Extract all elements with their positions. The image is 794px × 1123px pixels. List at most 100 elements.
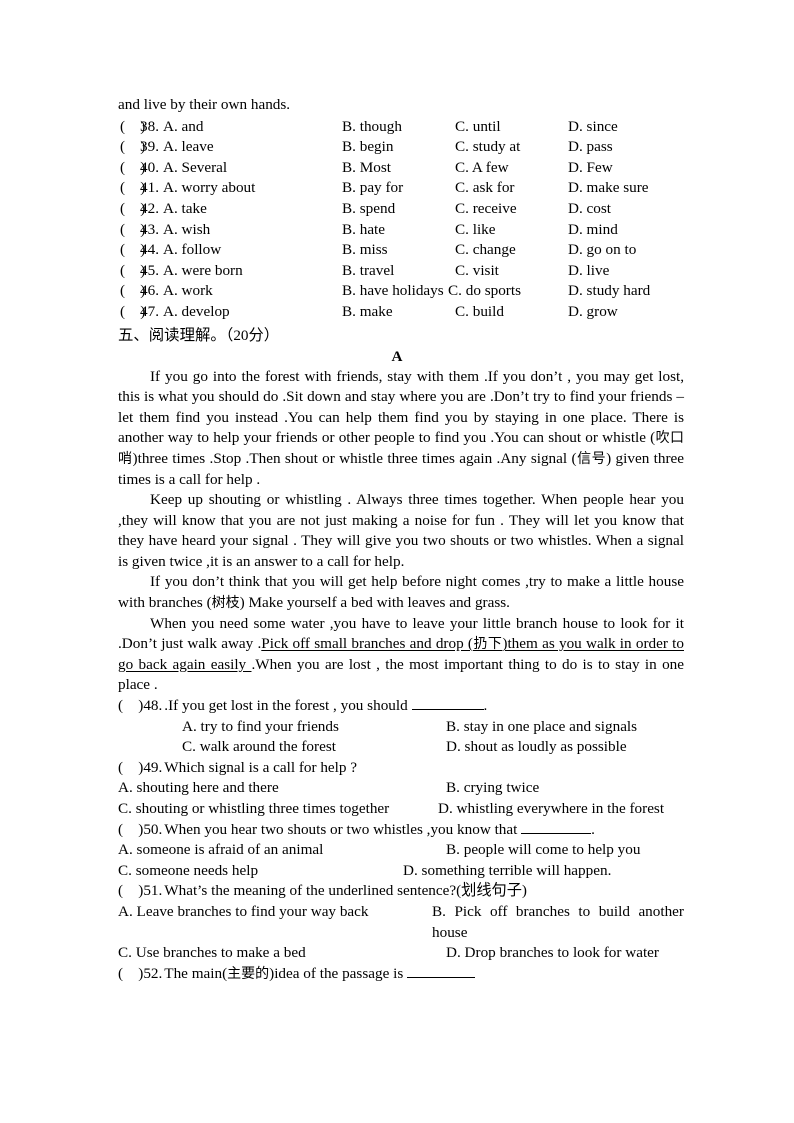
option-a[interactable]: A. follow: [163, 240, 221, 261]
question-48-stem[interactable]: ( )48. .If you get lost in the forest , y…: [118, 696, 684, 717]
option-a[interactable]: A. shouting here and there: [118, 778, 279, 799]
cloze-row-47[interactable]: ( ) 47. A. develop B. make C. build D. g…: [118, 302, 684, 323]
page-content: and live by their own hands. ( ) 38. A. …: [118, 95, 684, 984]
cloze-row-38[interactable]: ( ) 38. A. and B. though C. until D. sin…: [118, 117, 684, 138]
option-b[interactable]: B. though: [342, 117, 402, 138]
question-number: 44.: [140, 241, 159, 259]
cloze-options-list: ( ) 38. A. and B. though C. until D. sin…: [118, 117, 684, 323]
option-d[interactable]: D. make sure: [568, 178, 649, 199]
question-number: 45.: [140, 261, 159, 279]
option-c[interactable]: C. change: [455, 240, 516, 261]
question-number: 49.: [143, 758, 163, 776]
option-d[interactable]: D. since: [568, 117, 618, 138]
option-b[interactable]: B. begin: [342, 137, 393, 158]
option-d[interactable]: D. whistling everywhere in the forest: [438, 799, 684, 820]
cloze-row-43[interactable]: ( ) 43. A. wish B. hate C. like D. mind: [118, 220, 684, 241]
option-b[interactable]: B. Pick off branches to build another ho…: [432, 902, 684, 943]
option-b[interactable]: B. miss: [342, 240, 388, 261]
option-c[interactable]: C. shouting or whistling three times tog…: [118, 799, 389, 820]
option-a[interactable]: A. Leave branches to find your way back: [118, 902, 369, 943]
question-text: When you hear two shouts or two whistles…: [164, 820, 518, 838]
option-d[interactable]: D. something terrible will happen.: [403, 861, 611, 882]
question-49-stem[interactable]: ( )49. Which signal is a call for help ?: [118, 758, 684, 779]
option-a[interactable]: A. were born: [163, 261, 243, 282]
option-c[interactable]: C. do sports: [448, 281, 521, 302]
option-b[interactable]: B. Most: [342, 158, 391, 179]
option-a[interactable]: A. worry about: [163, 178, 255, 199]
option-b[interactable]: B. crying twice: [446, 778, 539, 799]
option-c[interactable]: C. receive: [455, 199, 517, 220]
option-a[interactable]: A. wish: [163, 220, 210, 241]
question-text: .If you get lost in the forest , you sho…: [164, 697, 408, 715]
option-c[interactable]: C. walk around the forest: [182, 737, 336, 758]
question-49-options-row-2: C. shouting or whistling three times tog…: [118, 799, 684, 820]
question-number: 39.: [140, 138, 159, 156]
option-d[interactable]: D. live: [568, 261, 609, 282]
option-d[interactable]: D. cost: [568, 199, 611, 220]
cloze-row-39[interactable]: ( ) 39. A. leave B. begin C. study at D.…: [118, 137, 684, 158]
cloze-row-46[interactable]: ( ) 46. A. work B. have holidays C. do s…: [118, 281, 684, 302]
gloss-drop-cn: 扔下: [473, 636, 503, 653]
option-c[interactable]: C. ask for: [455, 178, 514, 199]
option-b[interactable]: B. stay in one place and signals: [446, 717, 637, 738]
cloze-row-45[interactable]: ( ) 45. A. were born B. travel C. visit …: [118, 261, 684, 282]
option-c[interactable]: C. Use branches to make a bed: [118, 943, 306, 964]
document-page: and live by their own hands. ( ) 38. A. …: [0, 0, 794, 1123]
gloss-main-cn: 主要的: [227, 965, 270, 982]
question-50-options-row-1: A. someone is afraid of an animal B. peo…: [118, 840, 684, 861]
option-b[interactable]: B. pay for: [342, 178, 403, 199]
option-b[interactable]: B. hate: [342, 220, 385, 241]
option-b[interactable]: B. people will come to help you: [446, 840, 640, 861]
option-a[interactable]: A. develop: [163, 302, 230, 323]
option-c[interactable]: C. A few: [455, 158, 509, 179]
option-c[interactable]: C. visit: [455, 261, 499, 282]
option-d[interactable]: D. mind: [568, 220, 618, 241]
option-d[interactable]: D. go on to: [568, 240, 636, 261]
option-a[interactable]: A. and: [163, 117, 204, 138]
cloze-row-40[interactable]: ( ) 40. A. Several B. Most C. A few D. F…: [118, 158, 684, 179]
question-51-stem[interactable]: ( )51. What’s the meaning of the underlin…: [118, 881, 684, 902]
question-number: 42.: [140, 199, 159, 217]
answer-bracket[interactable]: ( ): [118, 882, 143, 899]
option-d[interactable]: D. Drop branches to look for water: [446, 943, 659, 964]
option-a[interactable]: A. work: [163, 281, 213, 302]
option-a[interactable]: A. Several: [163, 158, 227, 179]
answer-blank[interactable]: [407, 964, 476, 978]
option-a[interactable]: A. try to find your friends: [182, 717, 339, 738]
option-c[interactable]: C. build: [455, 302, 504, 323]
passage-p1-part2: )three times .Stop .Then shout or whistl…: [132, 449, 577, 467]
option-b[interactable]: B. travel: [342, 261, 394, 282]
option-c[interactable]: C. study at: [455, 137, 520, 158]
question-52-stem[interactable]: ( )52. The main(主要的)idea of the passage i…: [118, 964, 684, 985]
option-d[interactable]: D. pass: [568, 137, 613, 158]
answer-bracket[interactable]: ( ): [118, 697, 143, 714]
answer-bracket[interactable]: ( ): [118, 965, 143, 982]
carryover-text: and live by their own hands.: [118, 96, 291, 113]
cloze-row-41[interactable]: ( ) 41. A. worry about B. pay for C. ask…: [118, 178, 684, 199]
option-c[interactable]: C. someone needs help: [118, 861, 258, 882]
cloze-row-42[interactable]: ( ) 42. A. take B. spend C. receive D. c…: [118, 199, 684, 220]
option-d[interactable]: D. study hard: [568, 281, 650, 302]
answer-bracket[interactable]: ( ): [118, 759, 143, 776]
option-d[interactable]: D. Few: [568, 158, 613, 179]
option-d[interactable]: D. shout as loudly as possible: [446, 737, 627, 758]
option-a[interactable]: A. leave: [163, 137, 214, 158]
answer-bracket[interactable]: ( ): [118, 821, 143, 838]
option-b[interactable]: B. have holidays: [342, 281, 444, 302]
passage-p3-part2: ) Make yourself a bed with leaves and gr…: [239, 594, 510, 612]
option-c[interactable]: C. like: [455, 220, 496, 241]
option-b[interactable]: B. spend: [342, 199, 395, 220]
option-d[interactable]: D. grow: [568, 302, 618, 323]
passage-paragraph-2: Keep up shouting or whistling . Always t…: [118, 491, 684, 570]
option-a[interactable]: A. take: [163, 199, 207, 220]
passage-label: A: [391, 347, 403, 365]
question-text-part1: The main(: [164, 964, 228, 982]
question-50-stem[interactable]: ( )50. When you hear two shouts or two wh…: [118, 820, 684, 841]
answer-blank[interactable]: [521, 820, 592, 834]
option-b[interactable]: B. make: [342, 302, 393, 323]
cloze-row-44[interactable]: ( ) 44. A. follow B. miss C. change D. g…: [118, 240, 684, 261]
answer-blank[interactable]: [411, 696, 484, 711]
question-number: 51.: [143, 882, 163, 900]
option-a[interactable]: A. someone is afraid of an animal: [118, 840, 323, 861]
option-c[interactable]: C. until: [455, 117, 501, 138]
